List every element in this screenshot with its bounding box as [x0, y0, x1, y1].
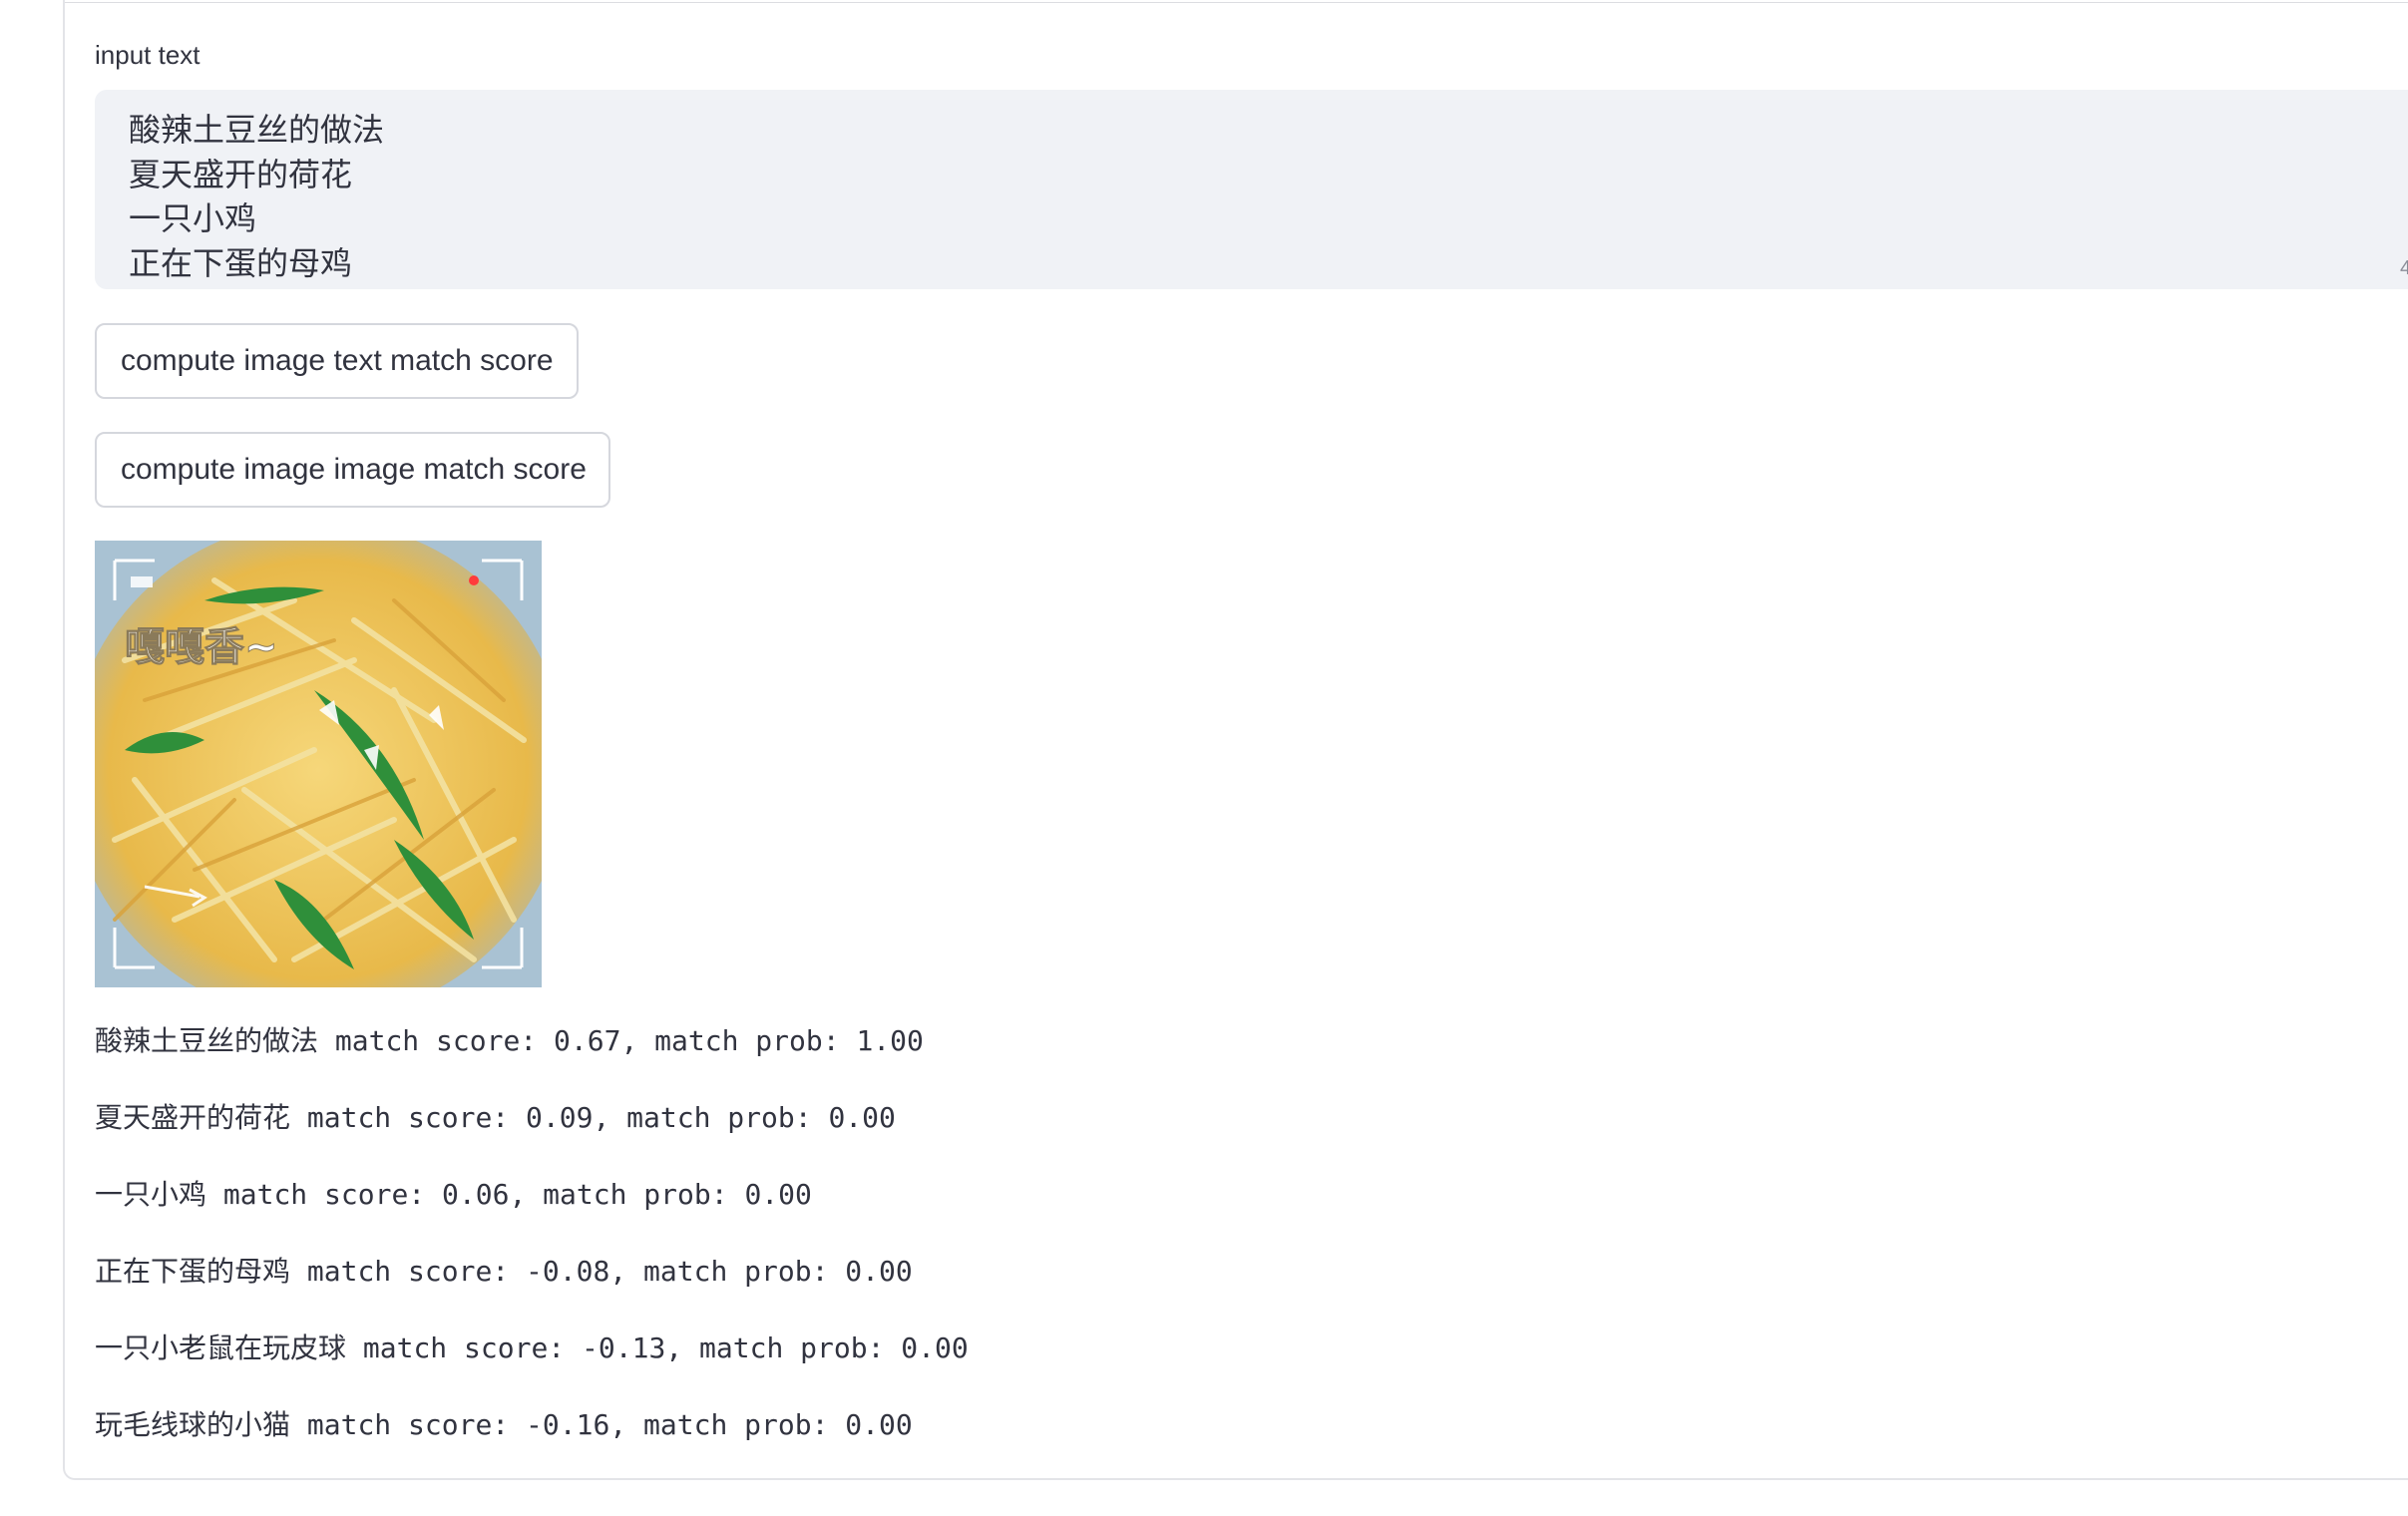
- compute-text-match-button[interactable]: compute image text match score: [95, 323, 579, 399]
- char-count: 4: [2400, 257, 2408, 279]
- result-item: 酸辣土豆丝的做法 match score: 0.67, match prob: …: [95, 1019, 924, 1059]
- result-metrics: match score: 0.06, match prob: 0.00: [206, 1178, 812, 1211]
- result-item: 夏天盛开的荷花 match score: 0.09, match prob: 0…: [95, 1096, 896, 1136]
- result-item: 正在下蛋的母鸡 match score: -0.08, match prob: …: [95, 1250, 913, 1290]
- input-text-label: input text: [95, 40, 201, 70]
- result-metrics: match score: 0.09, match prob: 0.00: [290, 1101, 896, 1134]
- result-text: 一只小老鼠在玩皮球: [95, 1331, 347, 1364]
- input-line: 正在下蛋的母鸡: [129, 243, 353, 282]
- result-metrics: match score: -0.08, match prob: 0.00: [290, 1255, 913, 1288]
- result-text: 正在下蛋的母鸡: [95, 1255, 291, 1288]
- result-item: 一只小鸡 match score: 0.06, match prob: 0.00: [95, 1173, 812, 1213]
- input-line: 夏天盛开的荷花: [129, 155, 353, 193]
- result-item: 一只小老鼠在玩皮球 match score: -0.13, match prob…: [95, 1326, 969, 1366]
- result-text: 酸辣土豆丝的做法: [95, 1024, 319, 1057]
- result-item: 玩毛线球的小猫 match score: -0.16, match prob: …: [95, 1403, 913, 1443]
- result-metrics: match score: 0.67, match prob: 1.00: [318, 1024, 924, 1057]
- result-text: 玩毛线球的小猫: [95, 1408, 291, 1441]
- food-image: 嘎嘎香~: [95, 541, 542, 987]
- input-text-area[interactable]: 酸辣土豆丝的做法 夏天盛开的荷花 一只小鸡 正在下蛋的母鸡: [95, 90, 2408, 289]
- input-line: 酸辣土豆丝的做法: [129, 111, 385, 149]
- app-page: input text 酸辣土豆丝的做法 夏天盛开的荷花 一只小鸡 正在下蛋的母鸡…: [0, 0, 2408, 1516]
- input-line: 一只小鸡: [129, 199, 257, 237]
- result-text: 夏天盛开的荷花: [95, 1101, 291, 1134]
- result-text: 一只小鸡: [95, 1178, 207, 1211]
- result-metrics: match score: -0.16, match prob: 0.00: [290, 1408, 913, 1441]
- image-overlay-text: 嘎嘎香~: [125, 624, 278, 670]
- result-metrics: match score: -0.13, match prob: 0.00: [346, 1331, 969, 1364]
- compute-image-match-button[interactable]: compute image image match score: [95, 432, 610, 508]
